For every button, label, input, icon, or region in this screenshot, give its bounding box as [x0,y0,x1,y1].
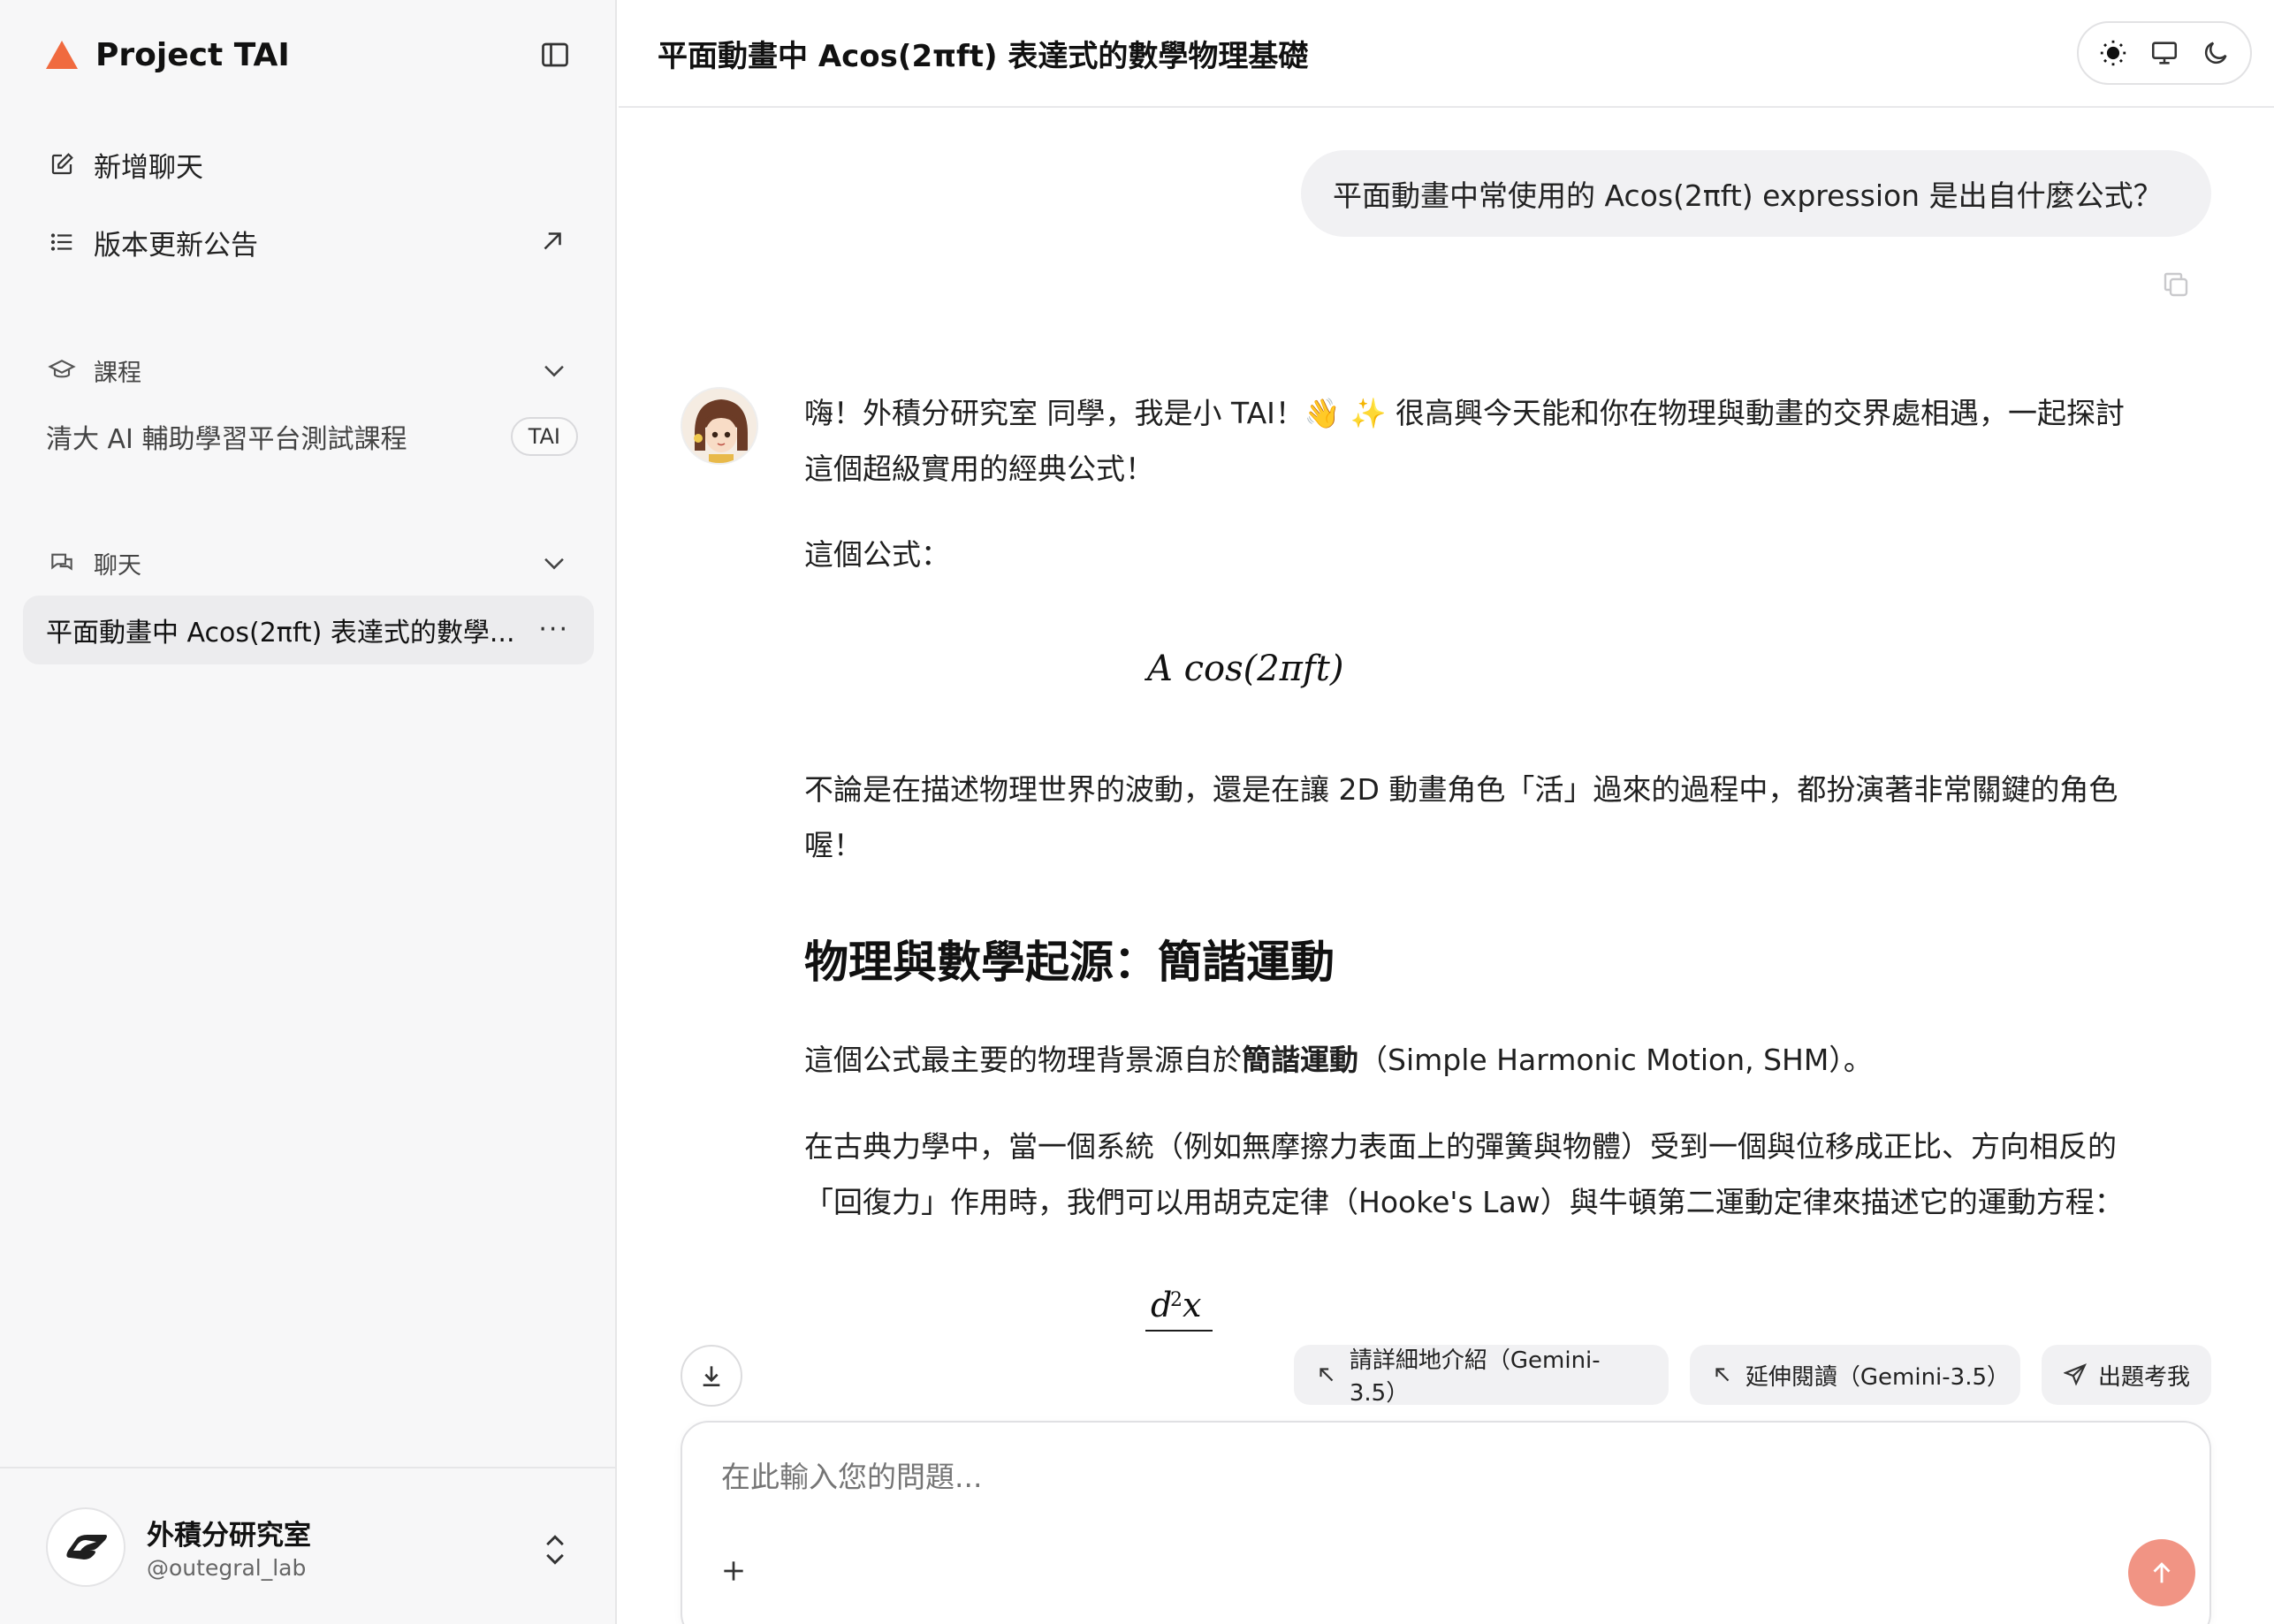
sidebar-toggle-icon[interactable] [539,39,571,71]
send-icon [2063,1362,2088,1387]
brand-logo-icon [46,41,78,69]
formula-shm: d 2 x m [1115,1279,1380,1332]
answer-para3-line2: 喔！ [804,828,863,862]
svg-text:2: 2 [1170,1289,1183,1311]
message-input[interactable] [721,1460,2047,1494]
list-icon [46,226,78,258]
monitor-icon[interactable] [2147,35,2182,71]
answer-para1-line1: 嗨！外積分研究室 同學，我是小 TAI！👋 ✨ 很高興今天能和你在物理與動畫的交… [804,396,2126,430]
courses-section-header[interactable]: 課程 [46,348,576,392]
user-name: 外積分研究室 [147,1520,311,1552]
new-chat-button[interactable]: 新增聊天 [46,140,576,189]
quiz-me-label: 出題考我 [2098,1363,2191,1391]
copy-icon[interactable] [2160,269,2192,300]
sidebar: Project TAI 新增聊天 版本更新公告 課程 清大 AI 輔助學習平台測… [0,0,617,1624]
chats-section-header[interactable]: 聊天 [46,541,576,585]
graduation-cap-icon [46,354,78,386]
external-link-icon [537,226,569,258]
new-chat-label: 新增聊天 [94,151,203,184]
user-profile-bar[interactable]: 外積分研究室 @outegral_lab [0,1467,617,1624]
changelog-label: 版本更新公告 [94,229,258,262]
brand-name: Project TAI [95,36,290,73]
changelog-link[interactable]: 版本更新公告 [46,217,576,267]
arrow-down-icon [703,1366,720,1386]
suggestion-detail-label: 請詳細地介紹（Gemini-3.5） [1349,1347,1601,1407]
answer-para2: 這個公式： [804,537,950,572]
main-panel: 平面動畫中 Acos(2πft) 表達式的數學物理基礎 平面動畫中常使用的 Ac… [619,0,2274,1624]
edit-icon [46,148,78,180]
arrow-up-left-icon [1315,1362,1339,1387]
chevron-down-icon[interactable] [539,548,569,578]
sun-icon[interactable] [2095,35,2131,71]
section-heading: 物理與數學起源：簡諧運動 [804,937,1335,988]
theme-switcher [2077,21,2252,85]
suggestion-detail-button[interactable]: 請詳細地介紹（Gemini-3.5） [1294,1345,1669,1407]
formula-acos: A cos(2πft) [1147,649,1344,689]
answer-para4: 這個公式最主要的物理背景源自於簡諧運動（Simple Harmonic Moti… [804,1043,1873,1077]
course-name: 清大 AI 輔助學習平台測試課程 [46,424,407,455]
course-item[interactable]: 清大 AI 輔助學習平台測試課程 TAI [46,412,578,461]
courses-title: 課程 [94,359,141,387]
arrow-up-icon [2153,1562,2171,1583]
answer-para5-line1: 在古典力學中，當一個系統（例如無摩擦力表面上的彈簧與物體）受到一個與位移成正比、… [804,1129,2117,1164]
answer-para3-line1: 不論是在描述物理世界的波動，還是在讓 2D 動畫角色「活」過來的過程中，都扮演著… [804,772,2118,807]
topbar: 平面動畫中 Acos(2πft) 表達式的數學物理基礎 [619,0,2274,108]
answer-para5-line2: 「回復力」作用時，我們可以用胡克定律（Hooke's Law）與牛頓第二運動定律… [804,1185,2124,1219]
page-title: 平面動畫中 Acos(2πft) 表達式的數學物理基礎 [658,39,1309,74]
chat-item-active[interactable]: 平面動畫中 Acos(2πft) 表達式的數學... ··· [23,596,594,664]
avatar [46,1507,125,1587]
chats-title: 聊天 [94,551,141,580]
svg-text:d: d [1151,1286,1172,1324]
svg-text:x: x [1183,1286,1201,1324]
suggestion-reading-button[interactable]: 延伸閱讀（Gemini-3.5） [1690,1345,2020,1405]
user-handle: @outegral_lab [147,1555,307,1581]
arrow-up-left-icon [1711,1362,1735,1387]
chevron-up-down-icon[interactable] [539,1530,571,1569]
assistant-avatar [681,387,758,465]
attach-plus-icon[interactable] [714,1552,753,1590]
answer-para1-line2: 這個超級實用的經典公式！ [804,452,1154,486]
quiz-me-button[interactable]: 出題考我 [2042,1345,2211,1405]
suggestion-reading-label: 延伸閱讀（Gemini-3.5） [1745,1363,2011,1391]
user-message-text: 平面動畫中常使用的 Acos(2πft) expression 是出自什麼公式？ [1333,178,2163,213]
course-tag: TAI [510,417,578,456]
moon-icon[interactable] [2198,35,2233,71]
scroll-down-button[interactable] [681,1345,742,1407]
brand[interactable]: Project TAI [46,32,290,78]
user-message: 平面動畫中常使用的 Acos(2πft) expression 是出自什麼公式？ [1301,150,2211,237]
chat-item-title: 平面動畫中 Acos(2πft) 表達式的數學... [46,618,515,649]
more-options-icon[interactable]: ··· [538,617,569,643]
chevron-down-icon[interactable] [539,355,569,385]
send-button[interactable] [2128,1539,2195,1606]
composer [681,1421,2211,1624]
chat-bubbles-icon [46,547,78,579]
